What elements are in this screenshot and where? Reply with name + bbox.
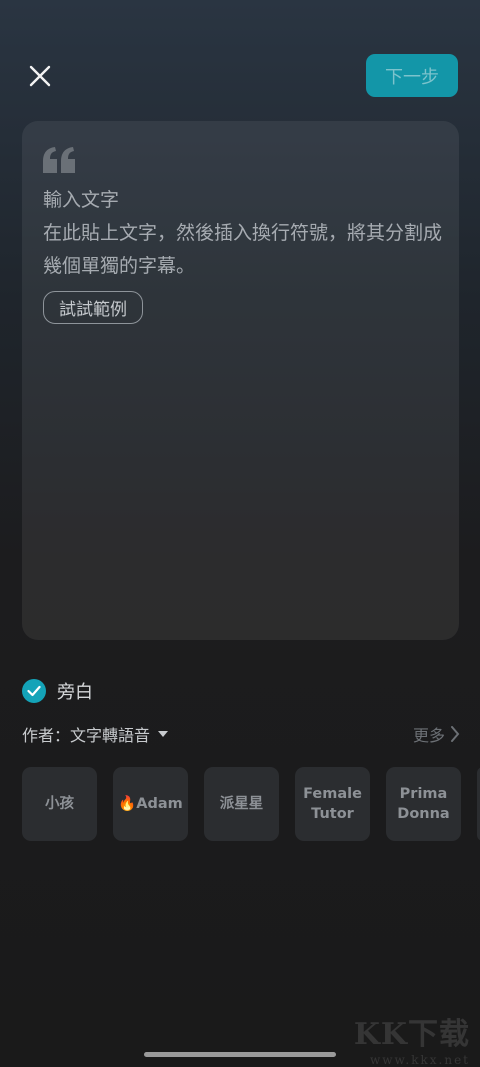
- voice-label: Female Tutor: [303, 786, 362, 822]
- voice-list: 小孩 🔥Adam 派星星 Female Tutor Prima Donna: [22, 767, 480, 841]
- watermark-logo: KK下载: [353, 1017, 470, 1052]
- try-example-button[interactable]: 試試範例: [43, 291, 143, 324]
- author-label: 作者：文字轉語音: [22, 726, 151, 745]
- more-label: 更多: [412, 726, 445, 745]
- chevron-right-icon: [451, 726, 460, 742]
- watermark: KK下载 www.kkx.net: [354, 1009, 470, 1067]
- voice-card[interactable]: Female Tutor: [295, 767, 370, 841]
- narration-label: 旁白: [57, 682, 93, 703]
- voice-label: 小孩: [45, 796, 74, 812]
- narration-row[interactable]: 旁白: [22, 678, 93, 704]
- author-dropdown[interactable]: 作者：文字轉語音: [22, 722, 169, 746]
- voice-card[interactable]: 派星星: [204, 767, 279, 841]
- quote-icon: [43, 147, 75, 173]
- voice-label: Prima Donna: [397, 786, 450, 822]
- home-indicator[interactable]: [144, 1052, 336, 1057]
- voice-card[interactable]: 🔥Adam: [113, 767, 188, 841]
- narration-checkbox[interactable]: [22, 679, 46, 703]
- voice-card[interactable]: Prima Donna: [386, 767, 461, 841]
- more-voices-link[interactable]: 更多: [413, 722, 460, 746]
- caret-down-icon: [158, 731, 169, 737]
- voice-label: 🔥Adam: [118, 796, 183, 812]
- voice-label: 派星星: [219, 796, 264, 812]
- text-input-area[interactable]: 輸入文字 在此貼上文字，然後插入換行符號，將其分割成幾個單獨的字幕。 試試範例: [22, 121, 459, 640]
- input-title: 輸入文字: [43, 189, 120, 211]
- close-button[interactable]: [24, 60, 56, 92]
- input-hint: 在此貼上文字，然後插入換行符號，將其分割成幾個單獨的字幕。: [43, 222, 443, 277]
- next-step-button[interactable]: 下一步: [366, 54, 458, 97]
- voice-card[interactable]: 小孩: [22, 767, 97, 841]
- watermark-url: www.kkx.net: [370, 1053, 470, 1067]
- checkmark-icon: [27, 685, 41, 697]
- close-icon: [29, 65, 51, 87]
